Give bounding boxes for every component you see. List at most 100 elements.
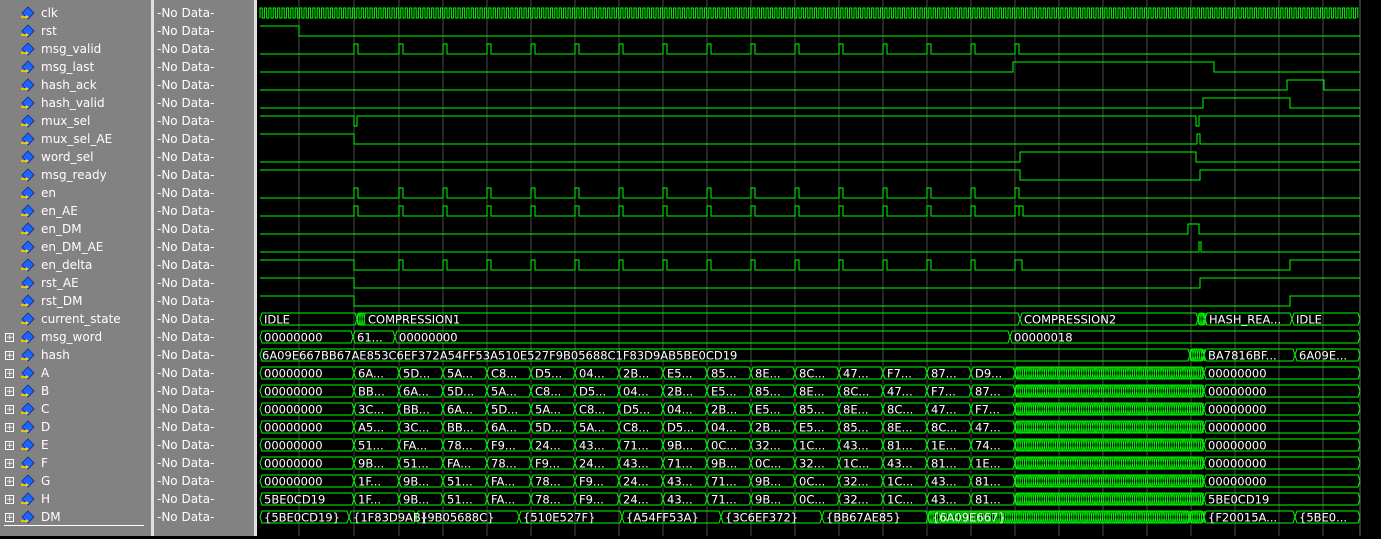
bus-value-label: 51... xyxy=(358,439,384,453)
bus-value-label: 8C... xyxy=(887,403,913,417)
signal-name[interactable]: msg_word xyxy=(41,328,102,346)
signal-name[interactable]: hash_ack xyxy=(41,76,97,94)
plus-box-icon[interactable]: + xyxy=(5,513,14,523)
diamond-arrow-icon xyxy=(21,204,35,218)
msg_ready-wave xyxy=(260,169,1360,181)
waveform-pane[interactable]: IDLE COMPRESSION1 COMPRESSION2 HASH_REA... I… xyxy=(257,0,1381,536)
bus-value-label: 00000000 xyxy=(1208,421,1267,435)
bus-value-label: 1C... xyxy=(799,439,825,453)
signal-name[interactable]: en xyxy=(41,184,56,202)
bus-value-label: D5... xyxy=(579,385,606,399)
bus-value-label: 5A... xyxy=(447,367,473,381)
diamond-arrow-icon xyxy=(21,276,35,290)
signal-name[interactable]: en_AE xyxy=(41,202,78,220)
signal-name[interactable]: H xyxy=(41,490,50,508)
signal-value: -No Data- xyxy=(157,510,215,524)
bus-value-label: 43... xyxy=(931,493,957,507)
signal-name[interactable]: G xyxy=(41,472,50,490)
bus-value-label: 5D... xyxy=(403,367,430,381)
signal-name[interactable]: F xyxy=(41,454,48,472)
signal-name[interactable]: msg_valid xyxy=(41,40,101,58)
bus-value-label: 1F... xyxy=(358,475,381,489)
diamond-arrow-icon xyxy=(21,330,35,344)
bus-value-label: 32... xyxy=(843,475,869,489)
signal-name[interactable]: msg_ready xyxy=(41,166,107,184)
plus-box-icon[interactable]: + xyxy=(5,387,14,397)
bus-value-label: 1E... xyxy=(931,439,957,453)
signal-name[interactable]: C xyxy=(41,400,49,418)
bus-value-label: 00000000 xyxy=(1208,439,1267,453)
bus-value-label: F7... xyxy=(931,385,956,399)
bus-value-label: FA... xyxy=(403,439,427,453)
signal-name[interactable]: E xyxy=(41,436,49,454)
bus-value-label: 71... xyxy=(711,475,737,489)
signal-name[interactable]: rst_DM xyxy=(41,292,82,310)
signal-name[interactable]: rst_AE xyxy=(41,274,79,292)
signal-name[interactable]: D xyxy=(41,418,50,436)
signal-value: -No Data- xyxy=(157,204,215,218)
signal-name[interactable]: current_state xyxy=(41,310,121,328)
bus-value-label: D9... xyxy=(975,367,1002,381)
diamond-arrow-icon xyxy=(21,24,35,38)
signal-name[interactable]: DM xyxy=(41,508,61,526)
signal-name[interactable]: mux_sel_AE xyxy=(41,130,112,148)
bus-value-label: 00000000 xyxy=(1208,385,1267,399)
bus-transition-region xyxy=(1014,492,1204,506)
diamond-arrow-icon xyxy=(21,294,35,308)
signal-name[interactable]: hash_valid xyxy=(41,94,105,112)
signal-value: -No Data- xyxy=(157,240,215,254)
signal-value: -No Data- xyxy=(157,402,215,416)
plus-box-icon[interactable]: + xyxy=(5,459,14,469)
diamond-arrow-icon xyxy=(21,96,35,110)
plus-box-icon[interactable]: + xyxy=(5,405,14,415)
plus-box-icon[interactable]: + xyxy=(5,423,14,433)
bus-value-label: 81... xyxy=(975,475,1001,489)
bus-value-label: 0C... xyxy=(799,475,825,489)
bus-value-label: D5... xyxy=(623,403,650,417)
bus-value-label: 6A09E667BB67AE853C6EF372A54FF53A510E527F… xyxy=(262,349,737,363)
signal-name[interactable]: mux_sel xyxy=(41,112,90,130)
bus-value-label: 00000000 xyxy=(264,475,323,489)
bus-value-label: BA7816BF... xyxy=(1208,349,1277,363)
signal-name[interactable]: en_DM_AE xyxy=(41,238,103,256)
bus-value-label: IDLE xyxy=(264,313,290,327)
diamond-arrow-icon xyxy=(21,258,35,272)
signal-name[interactable]: A xyxy=(41,364,49,382)
signal-value: -No Data- xyxy=(157,168,215,182)
signal-name[interactable]: rst xyxy=(41,22,57,40)
signal-name[interactable]: clk xyxy=(41,4,58,22)
signal-name[interactable]: B xyxy=(41,382,49,400)
bus-value-label: 00000000 xyxy=(399,331,458,345)
bus-value-label: IDLE xyxy=(1296,313,1322,327)
signal-name[interactable]: en_delta xyxy=(41,256,92,274)
bus-value-label: F9... xyxy=(579,475,604,489)
bus-value-label: 51... xyxy=(447,493,473,507)
bus-value-label: {9B05688C} xyxy=(420,511,494,525)
bus-value-label: 5D... xyxy=(535,421,562,435)
bus-value-label: 43... xyxy=(667,475,693,489)
diamond-arrow-icon xyxy=(21,456,35,470)
bus-value-label: {5BE0... xyxy=(1299,511,1347,525)
bus-value-label: F9... xyxy=(491,439,516,453)
signal-value: -No Data- xyxy=(157,222,215,236)
plus-box-icon[interactable]: + xyxy=(5,441,14,451)
plus-box-icon[interactable]: + xyxy=(5,477,14,487)
signal-name[interactable]: word_sel xyxy=(41,148,93,166)
plus-box-icon[interactable]: + xyxy=(5,351,14,361)
signal-name[interactable]: hash xyxy=(41,346,70,364)
bus-value-label: {1F83D9AB} xyxy=(353,511,428,525)
bus-value-label: 3C... xyxy=(403,421,429,435)
bus-value-label: C8... xyxy=(623,421,649,435)
bus-value-label: 6A... xyxy=(358,367,384,381)
signal-name[interactable]: en_DM xyxy=(41,220,82,238)
bus-value-label: 00000000 xyxy=(264,421,323,435)
signal-name[interactable]: msg_last xyxy=(41,58,94,76)
bus-transition-region xyxy=(1014,402,1204,416)
plus-box-icon[interactable]: + xyxy=(5,495,14,505)
plus-box-icon[interactable]: + xyxy=(5,369,14,379)
bus-value-label: 24... xyxy=(579,457,605,471)
bus-value-label: 6A... xyxy=(491,421,517,435)
bus-value-label: 5D... xyxy=(491,403,518,417)
bus-value-label: {5BE0CD19} xyxy=(264,511,340,525)
plus-box-icon[interactable]: + xyxy=(5,333,14,343)
